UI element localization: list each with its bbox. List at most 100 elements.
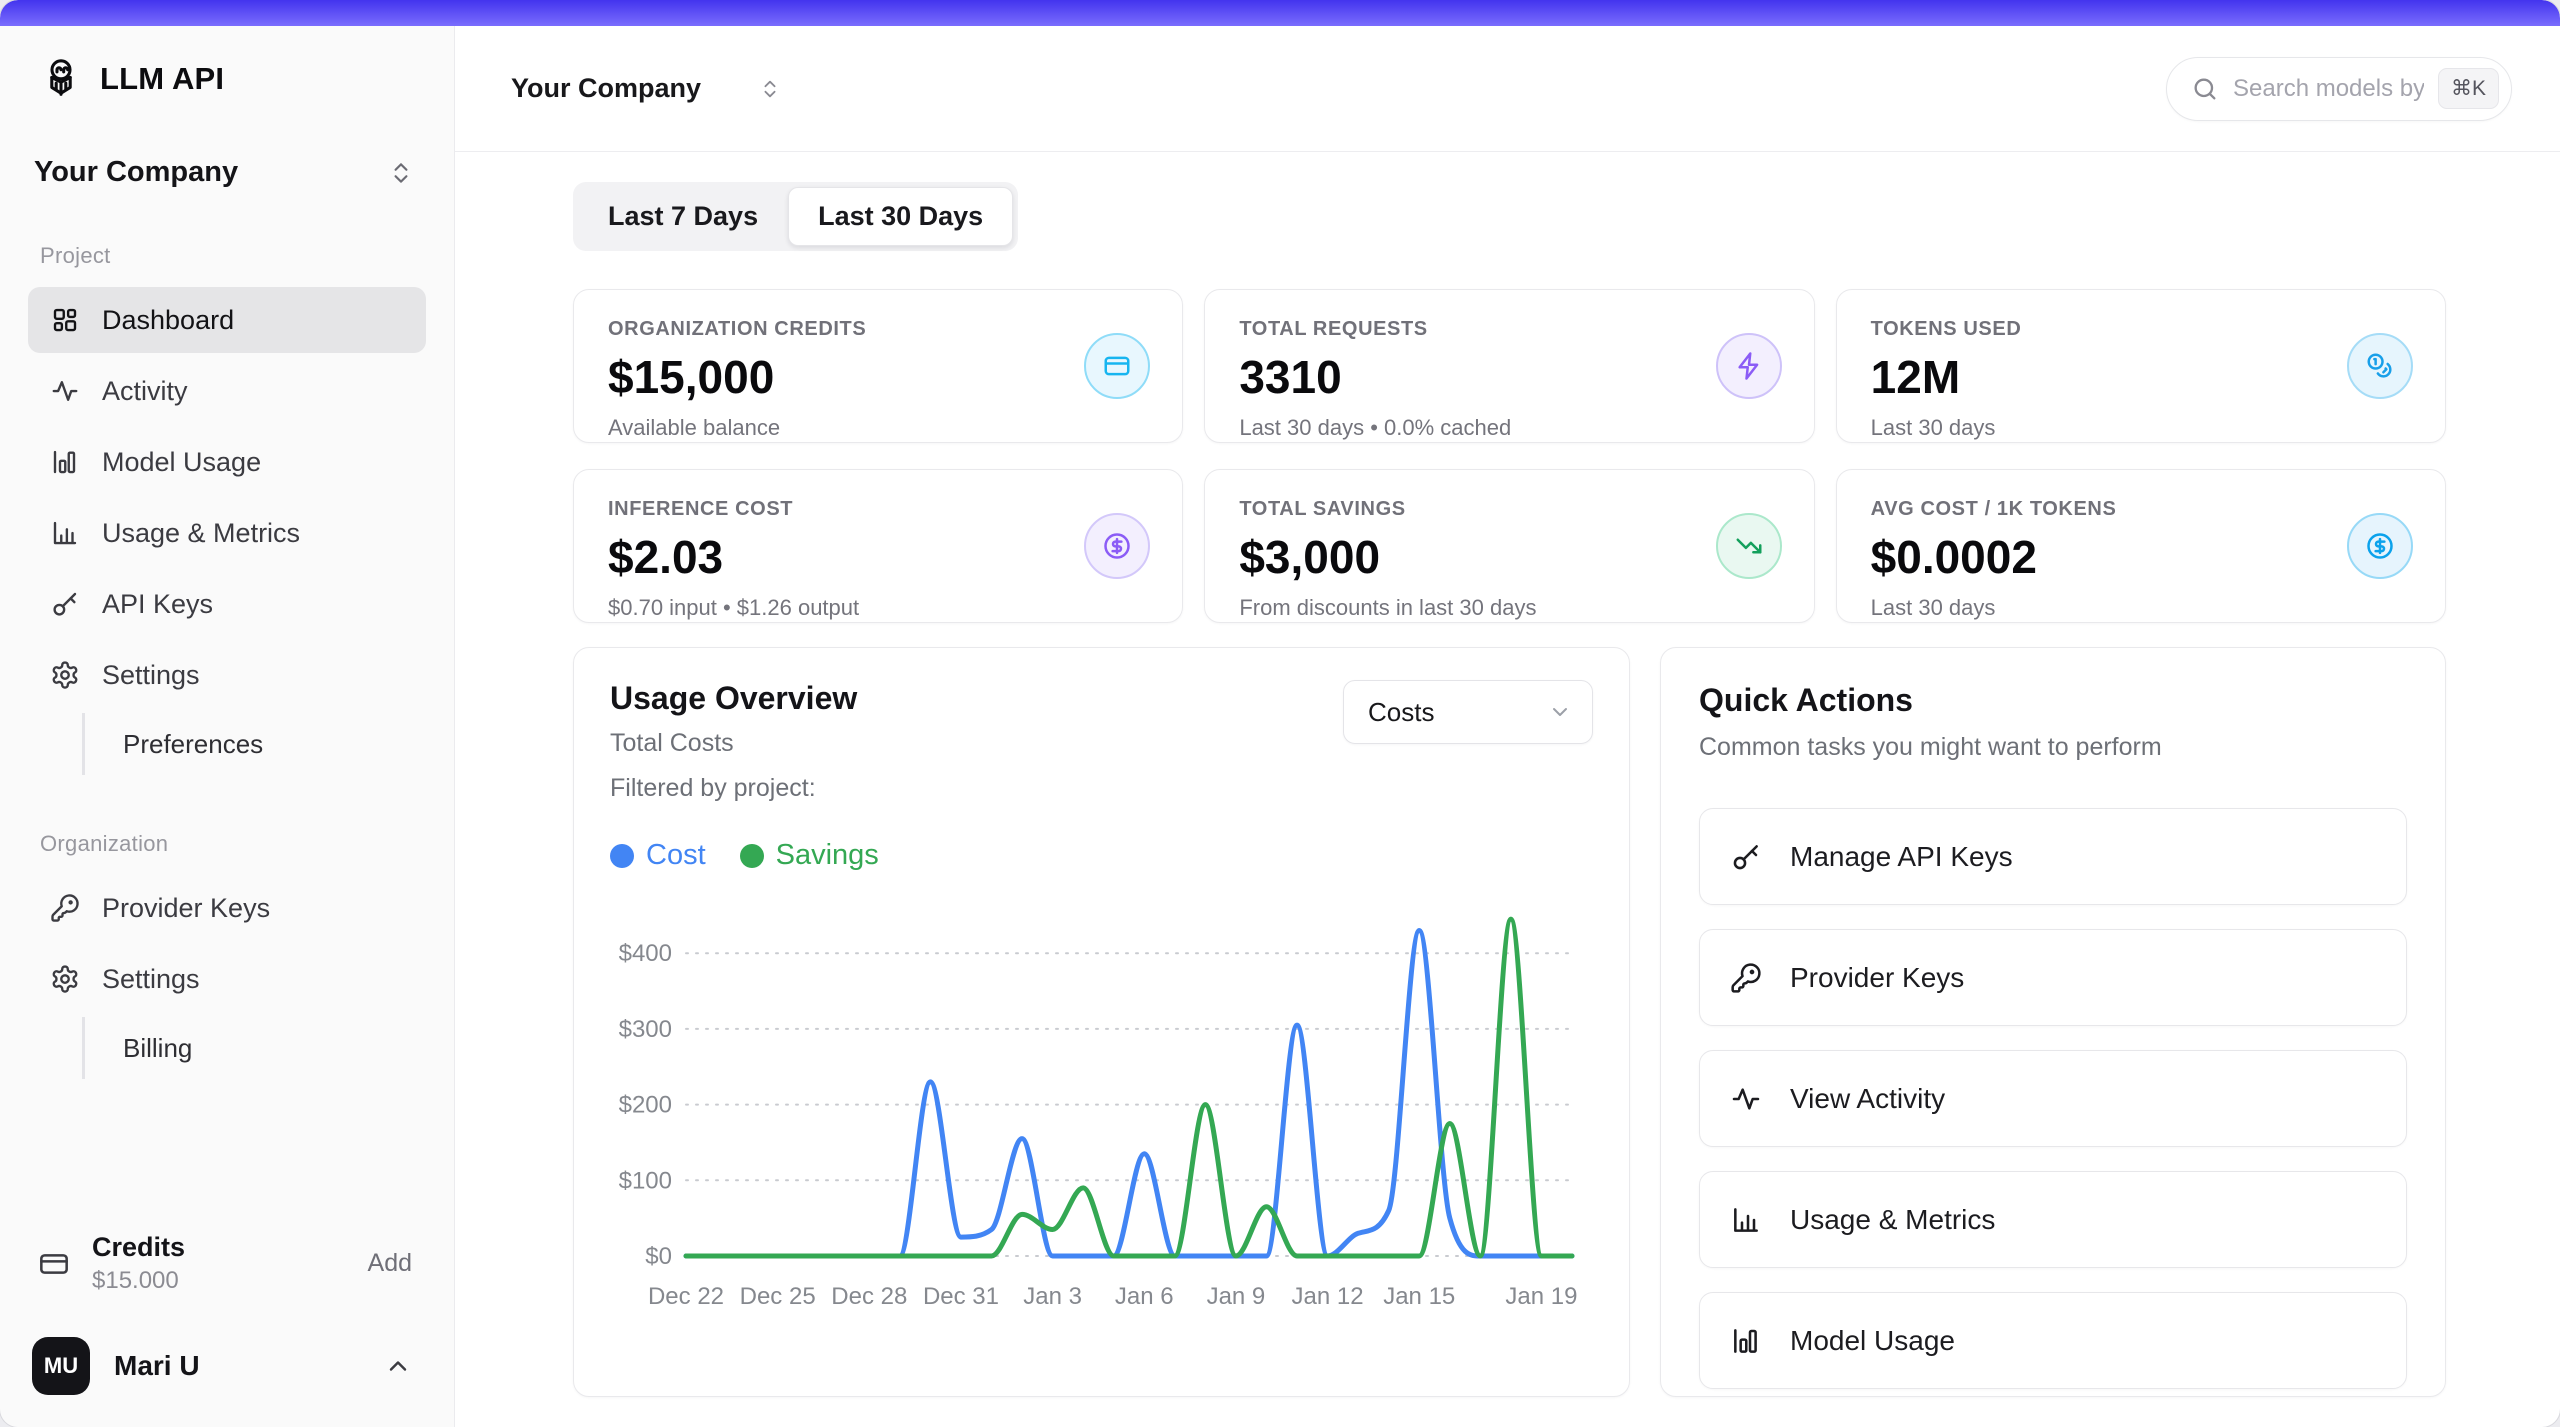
search-input[interactable] <box>2233 75 2424 103</box>
stat-value: $2.03 <box>608 530 1148 584</box>
dashboard-content: Last 7 Days Last 30 Days ORGANIZATION CR… <box>455 152 2560 1427</box>
chevron-down-icon <box>1548 700 1572 724</box>
user-menu[interactable]: MU Mari U <box>28 1337 426 1395</box>
gear-icon <box>50 660 80 690</box>
coins-icon <box>2347 333 2413 399</box>
project-section-label: Project <box>40 243 426 269</box>
stat-cards: ORGANIZATION CREDITS $15,000 Available b… <box>573 289 2446 623</box>
search-shortcut-kbd: ⌘K <box>2438 68 2499 109</box>
key-round-icon <box>1730 962 1762 994</box>
sidebar-item-settings[interactable]: Settings <box>28 642 426 708</box>
quick-action-manage-api-keys[interactable]: Manage API Keys <box>1699 808 2407 905</box>
bar-chart-icon <box>1730 1325 1762 1357</box>
logo: LLM API <box>28 56 426 102</box>
stat-value: $15,000 <box>608 350 1148 404</box>
tab-last-7-days[interactable]: Last 7 Days <box>578 187 788 246</box>
add-credits-button[interactable]: Add <box>368 1249 412 1278</box>
search-icon <box>2191 75 2219 103</box>
quick-action-label: Model Usage <box>1790 1325 1955 1357</box>
sidebar-item-activity[interactable]: Activity <box>28 358 426 424</box>
header-company-selector[interactable]: Your Company <box>511 73 781 104</box>
credit-card-icon <box>1084 333 1150 399</box>
zap-icon <box>1716 333 1782 399</box>
app-window: LLM API Your Company Project Dashboard A… <box>0 0 2560 1427</box>
activity-icon <box>50 376 80 406</box>
stat-subtext: Last 30 days <box>1871 595 2411 621</box>
stat-label: TOTAL REQUESTS <box>1239 318 1779 341</box>
avatar: MU <box>32 1337 90 1395</box>
svg-text:Jan 9: Jan 9 <box>1207 1283 1266 1310</box>
sidebar-item-label: Usage & Metrics <box>102 518 300 549</box>
svg-text:Dec 28: Dec 28 <box>831 1283 907 1310</box>
usage-overview-title: Usage Overview <box>610 680 857 717</box>
sidebar-item-label: Model Usage <box>102 447 261 478</box>
quick-action-provider-keys[interactable]: Provider Keys <box>1699 929 2407 1026</box>
metric-select-value: Costs <box>1368 697 1434 728</box>
legend-item[interactable]: Savings <box>740 839 879 872</box>
stat-subtext: Available balance <box>608 415 1148 441</box>
search-bar[interactable]: ⌘K <box>2166 57 2512 121</box>
svg-text:Jan 3: Jan 3 <box>1023 1283 1082 1310</box>
sidebar-item-usage-metrics[interactable]: Usage & Metrics <box>28 500 426 566</box>
legend-item[interactable]: Cost <box>610 839 706 872</box>
quick-actions-panel: Quick Actions Common tasks you might wan… <box>1660 647 2446 1397</box>
sidebar-item-provider-keys[interactable]: Provider Keys <box>28 875 426 941</box>
svg-text:Dec 31: Dec 31 <box>923 1283 999 1310</box>
sidebar-item-label: Provider Keys <box>102 893 270 924</box>
sidebar-subitem-billing[interactable]: Billing <box>82 1017 426 1079</box>
chevron-up-icon[interactable] <box>384 1352 412 1380</box>
chart-legend: Cost Savings <box>610 839 1593 872</box>
date-range-tabs: Last 7 Days Last 30 Days <box>573 182 1018 251</box>
quick-action-label: Provider Keys <box>1790 962 1964 994</box>
sidebar-item-label: Activity <box>102 376 188 407</box>
activity-icon <box>1730 1083 1762 1115</box>
tab-last-30-days[interactable]: Last 30 Days <box>788 187 1013 246</box>
svg-text:Dec 22: Dec 22 <box>648 1283 724 1310</box>
bar-chart-icon <box>50 447 80 477</box>
sidebar: LLM API Your Company Project Dashboard A… <box>0 26 455 1427</box>
stat-subtext: $0.70 input • $1.26 output <box>608 595 1148 621</box>
svg-text:$300: $300 <box>619 1016 672 1043</box>
svg-text:$0: $0 <box>645 1243 672 1270</box>
header-company-label: Your Company <box>511 73 701 104</box>
stat-card-total-savings: TOTAL SAVINGS $3,000 From discounts in l… <box>1204 469 1814 623</box>
sidebar-item-org-settings[interactable]: Settings <box>28 946 426 1012</box>
svg-text:$100: $100 <box>619 1167 672 1194</box>
chart-column-icon <box>1730 1204 1762 1236</box>
sidebar-item-dashboard[interactable]: Dashboard <box>28 287 426 353</box>
legend-dot-cost <box>610 844 634 868</box>
sidebar-org-switcher[interactable]: Your Company <box>28 150 426 195</box>
gear-icon <box>50 964 80 994</box>
key-round-icon <box>50 893 80 923</box>
metric-select-dropdown[interactable]: Costs <box>1343 680 1593 744</box>
stat-label: TOKENS USED <box>1871 318 2411 341</box>
sidebar-subitem-label: Billing <box>123 1033 192 1064</box>
sidebar-item-label: API Keys <box>102 589 213 620</box>
quick-action-model-usage[interactable]: Model Usage <box>1699 1292 2407 1389</box>
sidebar-item-api-keys[interactable]: API Keys <box>28 571 426 637</box>
quick-action-view-activity[interactable]: View Activity <box>1699 1050 2407 1147</box>
svg-text:Jan 19: Jan 19 <box>1505 1283 1577 1310</box>
sidebar-subitem-preferences[interactable]: Preferences <box>82 713 426 775</box>
stat-value: $3,000 <box>1239 530 1779 584</box>
credits-amount: $15.000 <box>92 1267 185 1295</box>
main-header: Your Company ⌘K <box>455 26 2560 152</box>
quick-actions-subtitle: Common tasks you might want to perform <box>1699 733 2407 762</box>
quick-action-label: Usage & Metrics <box>1790 1204 1995 1236</box>
stat-card-total-requests: TOTAL REQUESTS 3310 Last 30 days • 0.0% … <box>1204 289 1814 443</box>
sidebar-subitem-label: Preferences <box>123 729 263 760</box>
stat-label: AVG COST / 1K TOKENS <box>1871 498 2411 521</box>
usage-overview-subtitle: Total Costs <box>610 729 857 758</box>
credit-card-icon <box>38 1248 70 1280</box>
stat-label: TOTAL SAVINGS <box>1239 498 1779 521</box>
quick-action-usage-metrics[interactable]: Usage & Metrics <box>1699 1171 2407 1268</box>
organization-section-label: Organization <box>40 831 426 857</box>
sidebar-item-model-usage[interactable]: Model Usage <box>28 429 426 495</box>
circle-dollar-icon <box>1084 513 1150 579</box>
circle-dollar-icon <box>2347 513 2413 579</box>
dashboard-icon <box>50 305 80 335</box>
svg-text:Dec 25: Dec 25 <box>740 1283 816 1310</box>
sidebar-item-label: Dashboard <box>102 305 234 336</box>
stat-value: 12M <box>1871 350 2411 404</box>
key-icon <box>50 589 80 619</box>
